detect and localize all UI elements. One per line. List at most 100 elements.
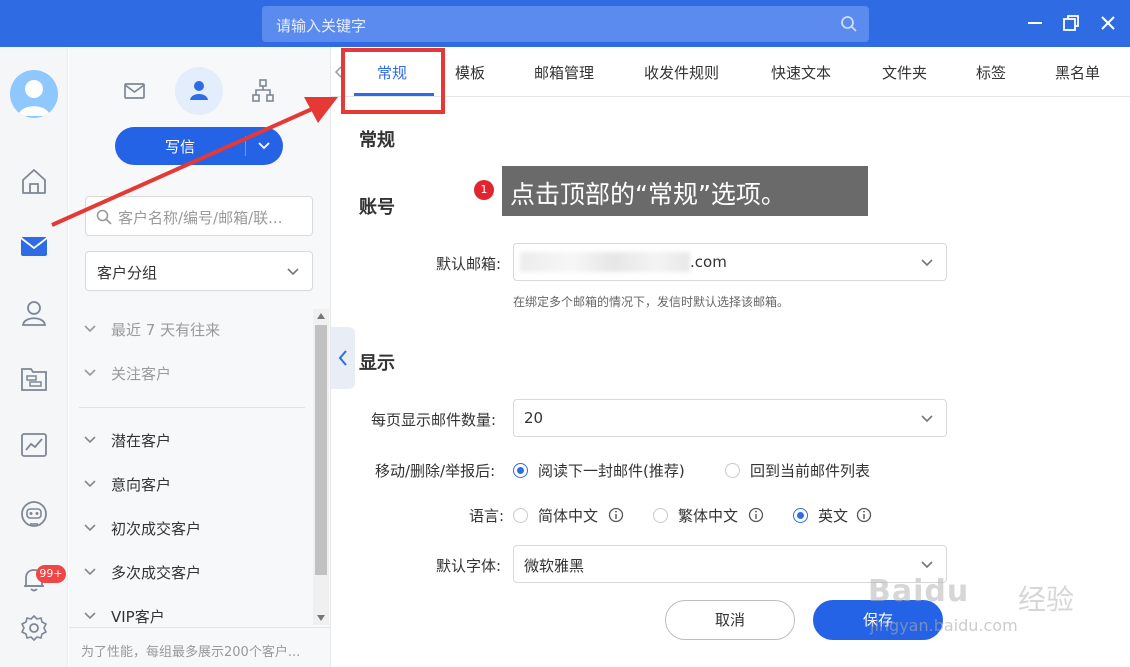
radio-english-label: 英文 (818, 507, 849, 525)
group-divider (79, 407, 305, 408)
watermark-brand-cn: 经验 (1018, 583, 1075, 616)
chevron-down-icon (84, 436, 96, 444)
customer-group-value: 客户分组 (97, 264, 158, 282)
search-icon[interactable] (839, 14, 859, 34)
chevron-down-icon (84, 369, 96, 377)
radio-read-next-label: 阅读下一封邮件(推荐) (538, 462, 685, 480)
radio-dot (793, 508, 808, 523)
watermark-brand: Baidu (868, 574, 970, 609)
panel-tab-mail[interactable] (110, 67, 158, 115)
page-title: 常规 (359, 130, 395, 151)
chevron-down-icon (921, 259, 933, 267)
radio-dot (513, 508, 528, 523)
section-account-heading: 账号 (359, 197, 395, 218)
after-action-label: 移动/删除/举报后: (375, 462, 496, 480)
panel-tab-org[interactable] (239, 67, 287, 115)
nav-rail: 99+ (0, 47, 68, 667)
customer-panel: 写信 客户名称/编号/邮箱/联... 客户分组 最近 7 天有往来 关注客户 潜… (69, 47, 331, 667)
language-label: 语言: (469, 507, 505, 525)
robot-icon[interactable] (18, 498, 50, 530)
group-item-label: 初次成交客户 (111, 520, 202, 538)
default-mailbox-hint: 在绑定多个邮箱的情况下，发信时默认选择该邮箱。 (513, 295, 790, 309)
cancel-button[interactable]: 取消 (665, 600, 795, 640)
step-number-badge: 1 (474, 180, 494, 200)
chevron-left-icon (338, 350, 347, 366)
scroll-up-arrow-icon[interactable] (316, 312, 326, 320)
per-page-label: 每页显示邮件数量: (371, 411, 497, 429)
tab-labels[interactable]: 标签 (976, 62, 1006, 83)
info-icon[interactable] (748, 507, 764, 523)
analytics-icon[interactable] (18, 429, 50, 461)
files-icon[interactable] (18, 363, 50, 395)
info-icon[interactable] (608, 507, 624, 523)
restore-icon[interactable] (1060, 12, 1082, 34)
mail-icon[interactable] (18, 230, 50, 262)
home-icon[interactable] (18, 165, 50, 197)
radio-return-list-label: 回到当前邮件列表 (750, 462, 871, 480)
default-mailbox-label: 默认邮箱: (436, 255, 502, 273)
compose-button[interactable]: 写信 (115, 127, 283, 165)
default-mailbox-value: .com (690, 253, 727, 271)
group-item-label: 最近 7 天有往来 (111, 321, 221, 339)
avatar[interactable] (10, 70, 58, 118)
default-font-label: 默认字体: (436, 557, 502, 575)
redacted-email-blur (520, 252, 690, 272)
chevron-down-icon (921, 415, 933, 423)
notification-badge: 99+ (36, 565, 66, 583)
radio-dot (513, 463, 528, 478)
chevron-down-icon (84, 568, 96, 576)
radio-dot (725, 463, 740, 478)
settings-gear-icon[interactable] (18, 612, 50, 644)
chevron-down-icon (84, 524, 96, 532)
group-item-label: 关注客户 (111, 365, 172, 383)
group-item-label: VIP客户 (111, 608, 165, 626)
tab-templates[interactable]: 模板 (455, 62, 485, 83)
customer-search-placeholder: 客户名称/编号/邮箱/联... (118, 209, 283, 227)
chevron-down-icon (84, 325, 96, 333)
scroll-down-arrow-icon[interactable] (316, 614, 326, 622)
search-icon (96, 209, 112, 225)
radio-simplified-chinese-label: 简体中文 (538, 507, 599, 525)
tab-folders[interactable]: 文件夹 (882, 62, 927, 83)
contacts-icon[interactable] (18, 297, 50, 329)
per-page-value: 20 (524, 409, 544, 427)
baidu-jingyan-watermark: Baidu 经验 jingyan.baidu.com (868, 560, 1123, 650)
group-item-label: 潜在客户 (111, 432, 172, 450)
section-display-heading: 显示 (359, 353, 395, 374)
radio-traditional-chinese-label: 繁体中文 (678, 507, 739, 525)
global-search-input[interactable]: 请输入关键字 (262, 6, 869, 42)
group-item-label: 多次成交客户 (111, 564, 202, 582)
tab-blacklist[interactable]: 黑名单 (1055, 62, 1100, 83)
highlight-box (341, 48, 445, 114)
radio-dot (653, 508, 668, 523)
tab-quick-text[interactable]: 快速文本 (771, 62, 831, 83)
minimize-icon[interactable] (1024, 12, 1046, 34)
chevron-down-icon (287, 268, 299, 276)
panel-footnote: 为了性能，每组最多展示200个客户... (69, 627, 330, 667)
info-icon[interactable] (856, 507, 872, 523)
chevron-down-icon (84, 480, 96, 488)
default-mailbox-select[interactable]: .com (513, 243, 947, 281)
group-list-scrollbar[interactable] (313, 309, 329, 625)
compose-label: 写信 (164, 138, 195, 156)
tab-mail-rules[interactable]: 收发件规则 (644, 62, 719, 83)
customer-group-select[interactable]: 客户分组 (85, 251, 313, 291)
default-font-value: 微软雅黑 (524, 557, 585, 575)
chevron-down-icon (84, 612, 96, 620)
panel-footnote-text: 为了性能，每组最多展示200个客户... (81, 645, 301, 660)
compose-dropdown-chevron-down-icon[interactable] (257, 139, 271, 153)
title-bar: 请输入关键字 (0, 0, 1130, 47)
instruction-callout: 点击顶部的“常规”选项。 (502, 166, 868, 216)
watermark-url: jingyan.baidu.com (870, 616, 1018, 635)
per-page-select[interactable]: 20 (513, 399, 947, 437)
compose-separator (245, 136, 246, 156)
tab-mailbox-management[interactable]: 邮箱管理 (534, 62, 594, 83)
collapse-panel-handle[interactable] (331, 327, 355, 389)
panel-tab-customers[interactable] (175, 67, 223, 115)
customer-search-input[interactable]: 客户名称/编号/邮箱/联... (85, 196, 313, 236)
close-icon[interactable] (1097, 12, 1119, 34)
org-chart-icon (252, 79, 274, 102)
person-icon (190, 81, 208, 100)
scrollbar-thumb[interactable] (315, 325, 327, 575)
envelope-icon (124, 83, 145, 99)
